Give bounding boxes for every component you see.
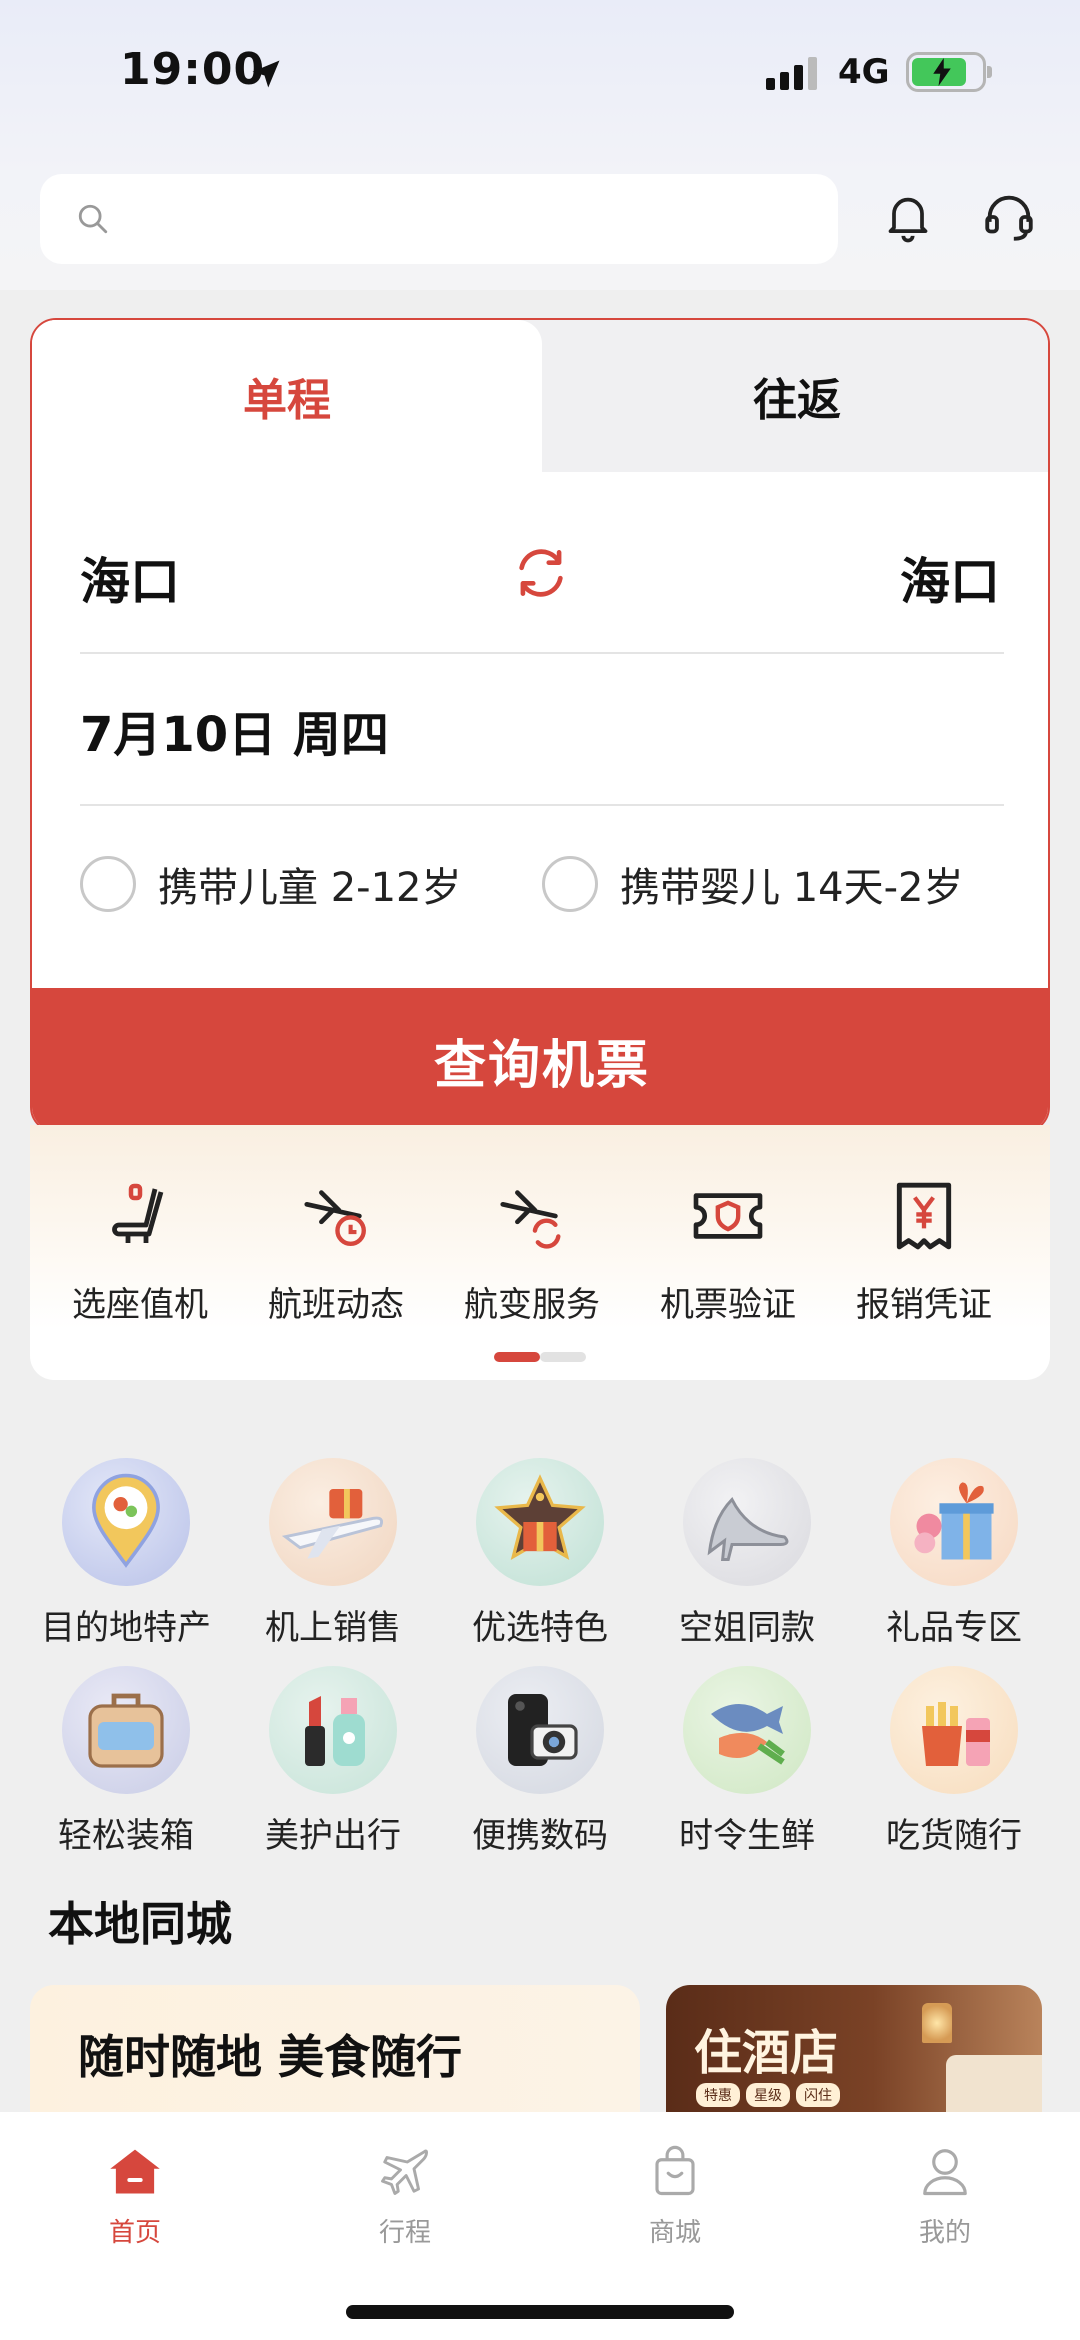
divider [80,804,1004,806]
child-option[interactable]: 携带儿童 2-12岁 [80,855,462,913]
star-gift-icon [494,1474,586,1561]
seat-icon [112,1183,164,1243]
hotel-promo-card[interactable]: 住酒店 特惠 星级 闪住 [666,1985,1042,2125]
status-bar: 19:00 4G [0,0,1080,150]
snacks-icon [922,1702,990,1766]
service-flight-status[interactable]: 航班动态 [238,1177,434,1326]
flight-booking-card: 单程 往返 海口 海口 7月10日 周四 携带儿童 2-12岁 携带婴儿 14天… [30,318,1050,1133]
gift-box-icon [914,1482,994,1560]
flight-services: 选座值机 航班动态 航变服务 机票验证 报销凭证 [30,1125,1050,1380]
shop-destination-specialty[interactable]: 目的地特产 [26,1458,226,1649]
airplane-icon [381,2149,428,2195]
arrival-city[interactable]: 海口 [900,542,1000,614]
user-icon [923,2149,967,2196]
food-promo-card[interactable]: 随时随地 美食随行 [30,1985,640,2125]
shop-portable-digital[interactable]: 便携数码 [440,1666,640,1857]
tab-profile[interactable]: 我的 [810,2140,1080,2249]
service-seat-checkin[interactable]: 选座值机 [42,1177,238,1326]
hotel-promo-title: 住酒店 [694,2025,839,2081]
departure-date[interactable]: 7月10日 周四 [80,695,389,765]
airplane-gift-icon [281,1489,384,1559]
tab-one-way[interactable]: 单程 [32,320,542,472]
service-ticket-verify[interactable]: 机票验证 [630,1177,826,1326]
cosmetics-icon [305,1696,365,1766]
camera-phone-icon [508,1694,578,1766]
child-radio[interactable] [80,856,136,912]
bell-icon[interactable] [880,188,936,244]
battery-icon [906,52,992,92]
fresh-food-icon [711,1704,785,1765]
tab-itinerary[interactable]: 行程 [270,2140,540,2249]
divider [80,652,1004,654]
signal-icon [766,56,817,90]
lamp-illustration [922,2003,952,2043]
flight-status-icon [304,1190,366,1246]
service-flight-change[interactable]: 航变服务 [434,1177,630,1326]
shop-inflight-sales[interactable]: 机上销售 [233,1458,433,1649]
tab-round-trip[interactable]: 往返 [542,320,1048,472]
location-food-icon [92,1473,160,1568]
shopping-bag-icon [655,2145,695,2196]
tab-home[interactable]: 首页 [0,2140,270,2249]
swap-cities-icon[interactable] [510,542,572,604]
location-arrow-icon [252,60,280,88]
section-title-local: 本地同城 [48,1897,232,1951]
status-time: 19:00 [120,44,266,95]
shop-beauty-care[interactable]: 美护出行 [233,1666,433,1857]
ticket-verify-icon [693,1193,763,1239]
infant-option[interactable]: 携带婴儿 14天-2岁 [542,855,964,913]
customer-service-icon[interactable] [980,188,1038,246]
infant-option-label: 携带婴儿 14天-2岁 [620,865,964,911]
shop-featured-picks[interactable]: 优选特色 [440,1458,640,1649]
flight-change-icon [500,1190,561,1249]
food-promo-title: 随时随地 美食随行 [78,2030,463,2084]
shop-stewardess-style[interactable]: 空姐同款 [647,1458,847,1649]
receipt-icon [896,1182,952,1250]
home-indicator [346,2305,734,2319]
search-input[interactable] [40,174,838,264]
bed-illustration [946,2055,1042,2115]
departure-city[interactable]: 海口 [80,542,180,614]
shop-easy-packing[interactable]: 轻松装箱 [26,1666,226,1857]
service-receipt[interactable]: 报销凭证 [826,1177,1022,1326]
infant-radio[interactable] [542,856,598,912]
tab-mall[interactable]: 商城 [540,2140,810,2249]
search-icon [78,204,108,234]
network-type: 4G [838,52,890,92]
home-icon [110,2149,160,2194]
high-heel-icon [707,1496,789,1561]
trip-type-tabs: 单程 往返 [32,320,1048,472]
hotel-tags: 特惠 星级 闪住 [696,2083,840,2107]
carousel-indicator [494,1352,586,1362]
shop-seasonal-fresh[interactable]: 时令生鲜 [647,1666,847,1857]
suitcase-icon [88,1693,164,1768]
search-flights-button[interactable]: 查询机票 [32,988,1048,1131]
shop-gift-zone[interactable]: 礼品专区 [854,1458,1054,1649]
child-option-label: 携带儿童 2-12岁 [158,865,462,911]
shop-foodie-travel[interactable]: 吃货随行 [854,1666,1054,1857]
